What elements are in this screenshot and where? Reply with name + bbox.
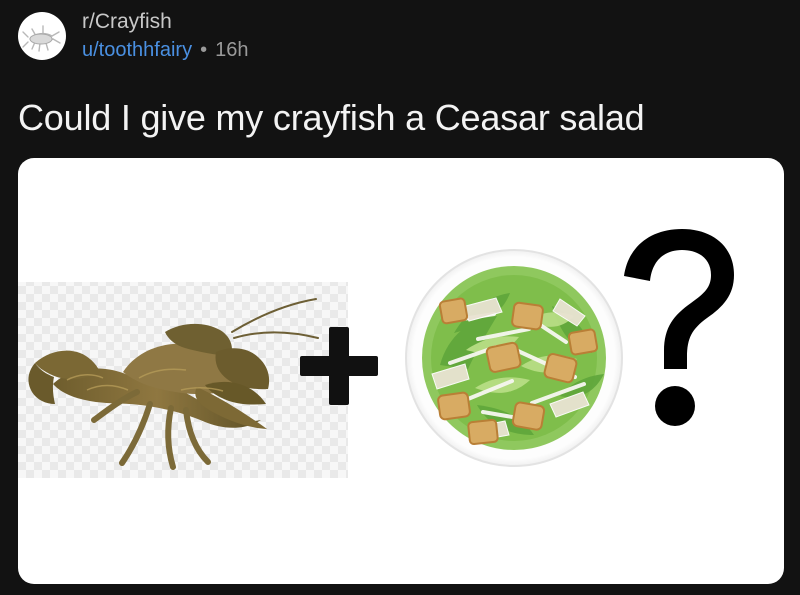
meme-image [18, 229, 734, 478]
crayfish-icon [22, 25, 61, 52]
author-username[interactable]: u/toothhfairy [82, 38, 192, 62]
meta-separator: • [200, 39, 208, 61]
subreddit-avatar[interactable] [18, 12, 66, 60]
post-title[interactable]: Could I give my crayfish a Ceasar salad [18, 96, 645, 140]
caesar-salad-illustration [405, 249, 623, 467]
reddit-post: r/Crayfish u/toothhfairy • 16h Could I g… [0, 0, 800, 595]
post-meta: r/Crayfish u/toothhfairy • 16h [82, 10, 248, 62]
post-image[interactable] [18, 158, 784, 584]
subreddit-name[interactable]: r/Crayfish [82, 10, 248, 34]
author-line: u/toothhfairy • 16h [82, 38, 248, 62]
post-age: 16h [215, 39, 249, 61]
question-mark-icon [624, 229, 734, 426]
post-header: r/Crayfish u/toothhfairy • 16h [18, 8, 248, 64]
